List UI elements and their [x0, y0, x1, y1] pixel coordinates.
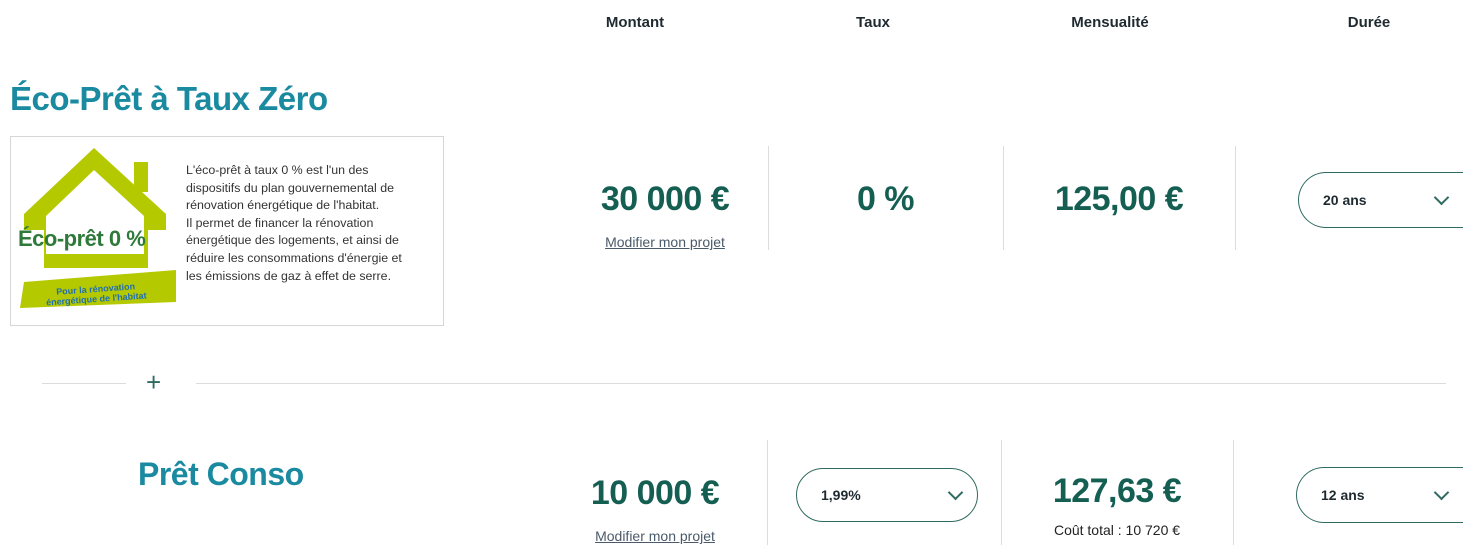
pret-conso-cout-total: Coût total : 10 720 €	[1053, 522, 1181, 538]
separator-line-left	[42, 383, 126, 384]
column-header-montant: Montant	[605, 14, 665, 31]
description-line: rénovation énergétique de l'habitat.	[186, 198, 380, 213]
duree-select-value: 12 ans	[1321, 487, 1365, 503]
column-header-duree: Durée	[1347, 14, 1391, 31]
description-line: énergétique des logements, et ainsi de	[186, 233, 399, 248]
eco-pret-duree-select[interactable]: 20 ans	[1298, 172, 1463, 228]
eco-pret-taux: 0 %	[856, 180, 915, 218]
divider	[1233, 440, 1234, 545]
pret-conso-duree-select[interactable]: 12 ans	[1296, 467, 1463, 523]
eco-pret-modify-link[interactable]: Modifier mon projet	[555, 234, 775, 250]
chevron-down-icon	[1433, 484, 1450, 501]
description-line: dispositifs du plan gouvernemental de	[186, 180, 395, 195]
eco-pret-title: Éco-Prêt à Taux Zéro	[10, 80, 328, 117]
eco-pret-logo-name: Éco-prêt 0 %	[18, 226, 146, 251]
divider	[1235, 146, 1236, 250]
eco-pret-montant: 30 000 €	[600, 180, 730, 218]
taux-select-value: 1,99%	[821, 487, 861, 503]
pret-conso-montant: 10 000 €	[590, 474, 720, 512]
pret-conso-taux-select[interactable]: 1,99%	[796, 468, 978, 522]
pret-conso-modify-link[interactable]: Modifier mon projet	[545, 528, 765, 544]
eco-pret-mensualite: 125,00 €	[1054, 180, 1184, 218]
description-line: réduire les consommations d'énergie et	[186, 250, 402, 265]
column-header-mensualite: Mensualité	[1071, 14, 1149, 31]
column-header-taux: Taux	[856, 14, 890, 31]
separator-line-right	[196, 383, 1446, 384]
plus-icon: +	[146, 367, 162, 397]
divider	[767, 440, 768, 545]
description-line: Il permet de financer la rénovation	[186, 215, 374, 230]
eco-pret-description: L'éco-prêt à taux 0 % est l'un des dispo…	[186, 162, 436, 285]
description-line: L'éco-prêt à taux 0 % est l'un des	[186, 163, 369, 177]
pret-conso-mensualite: 127,63 €	[1052, 472, 1182, 510]
chevron-down-icon	[947, 484, 964, 501]
chevron-down-icon	[1433, 189, 1450, 206]
description-line: les émissions de gaz à effet de serre.	[186, 268, 392, 283]
pret-conso-title: Prêt Conso	[138, 456, 304, 492]
duree-select-value: 20 ans	[1323, 192, 1367, 208]
